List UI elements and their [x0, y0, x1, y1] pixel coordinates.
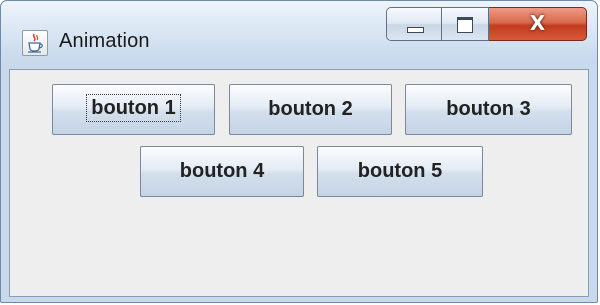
- button-label: bouton 1: [86, 93, 181, 122]
- title-bar[interactable]: Animation X: [1, 1, 597, 63]
- minimize-icon: [407, 27, 424, 33]
- content-panel: bouton 1 bouton 2 bouton 3 bouton 4 bout…: [9, 69, 589, 297]
- button-label: bouton 4: [179, 160, 265, 182]
- button-label: bouton 5: [357, 160, 443, 182]
- button-label: bouton 3: [446, 98, 531, 120]
- bouton-5-button[interactable]: bouton 5: [317, 146, 483, 197]
- window-title: Animation: [59, 30, 150, 52]
- bouton-1-button[interactable]: bouton 1: [52, 84, 215, 135]
- java-coffee-cup-icon[interactable]: [22, 30, 48, 56]
- minimize-button[interactable]: [386, 7, 442, 41]
- close-button[interactable]: X: [489, 7, 587, 41]
- maximize-icon: [457, 17, 473, 33]
- bouton-3-button[interactable]: bouton 3: [405, 84, 572, 135]
- window-controls: X: [386, 7, 587, 41]
- bouton-2-button[interactable]: bouton 2: [229, 84, 392, 135]
- bouton-4-button[interactable]: bouton 4: [140, 146, 304, 197]
- button-label: bouton 2: [268, 98, 353, 120]
- app-window: Animation X bouton 1 bouton 2 bouton 3 b…: [0, 0, 598, 303]
- close-icon: X: [529, 11, 546, 35]
- maximize-button[interactable]: [442, 7, 489, 41]
